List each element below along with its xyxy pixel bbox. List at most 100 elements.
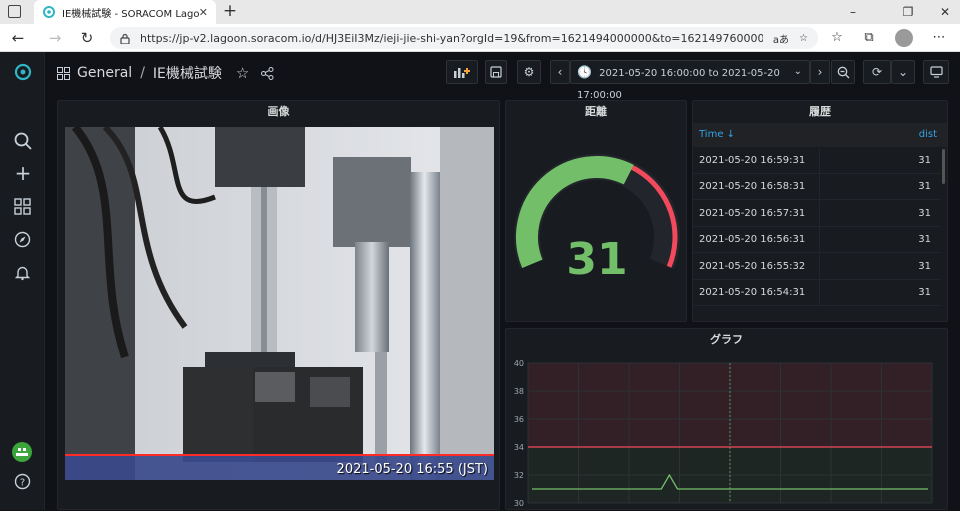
table-header: Time ↓ dist (693, 123, 947, 147)
breadcrumb-separator: / (140, 65, 145, 81)
table-scrollbar[interactable] (942, 149, 945, 184)
favorite-add-icon[interactable]: ☆ (799, 33, 808, 44)
time-forward-button[interactable]: › (810, 60, 830, 84)
save-icon (490, 66, 502, 78)
row-dist: 31 (918, 234, 931, 246)
gauge-panel: 距離 31 (505, 100, 687, 322)
table-row[interactable]: 2021-05-20 16:55:32 31 (693, 253, 941, 280)
forward-icon[interactable]: → (45, 28, 65, 48)
dashboard-title[interactable]: IE機械試験 (153, 63, 222, 83)
row-time: 2021-05-20 16:56:31 (699, 234, 806, 246)
user-avatar-icon[interactable] (12, 442, 32, 462)
refresh-icon[interactable]: ↻ (77, 28, 97, 48)
minimize-icon[interactable]: – (838, 0, 868, 24)
gauge-chart (514, 154, 680, 269)
chevron-down-icon: ⌄ (793, 66, 802, 77)
tab-close-icon[interactable]: ✕ (199, 6, 208, 19)
address-bar: ← → ↻ https://jp-v2.lagoon.soracom.io/d/… (0, 24, 960, 52)
restore-icon[interactable]: ❐ (893, 0, 923, 24)
graph-chart: 40 38 36 34 32 30 (514, 359, 933, 508)
browser-tab[interactable]: IE機械試験 - SORACOM Lagoon ✕ (34, 0, 216, 24)
back-icon[interactable]: ← (8, 28, 28, 48)
table-row[interactable]: 2021-05-20 16:57:31 31 (693, 200, 941, 227)
tv-mode-button[interactable] (923, 60, 949, 84)
alerting-bell-icon[interactable] (14, 264, 31, 281)
url-field[interactable]: https://jp-v2.lagoon.soracom.io/d/HJ3EiI… (110, 27, 818, 49)
search-icon[interactable] (13, 131, 33, 151)
add-panel-icon (454, 68, 470, 78)
row-dist: 31 (918, 181, 931, 193)
row-time: 2021-05-20 16:54:31 (699, 287, 806, 298)
new-tab-icon[interactable]: + (220, 2, 240, 22)
breadcrumb-folder[interactable]: General (77, 65, 132, 81)
window-close-icon[interactable]: ✕ (930, 0, 960, 24)
row-time: 2021-05-20 16:59:31 (699, 155, 806, 166)
chevron-right-icon: › (817, 65, 823, 79)
table-row[interactable]: 2021-05-20 16:56:31 31 (693, 227, 941, 254)
chevron-down-icon: ⌄ (897, 65, 909, 79)
read-aloud-icon[interactable]: aあ (773, 31, 789, 46)
zoom-out-icon (837, 66, 849, 79)
y-tick-label: 40 (514, 359, 524, 368)
row-time: 2021-05-20 16:55:32 (699, 260, 806, 272)
svg-text:?: ? (20, 478, 25, 489)
y-tick-label: 30 (514, 499, 524, 508)
image-panel-title[interactable]: 画像 (58, 101, 499, 123)
row-time: 2021-05-20 16:58:31 (699, 181, 806, 193)
table-row[interactable]: 2021-05-20 16:54:31 31 (693, 280, 941, 306)
side-nav: + ? (0, 52, 45, 510)
monitor-icon (929, 66, 943, 78)
gauge-panel-title[interactable]: 距離 (506, 101, 686, 123)
y-tick-label: 34 (514, 443, 524, 452)
row-dist: 31 (918, 287, 931, 298)
gauge-value: 31 (566, 234, 628, 285)
column-divider (819, 148, 820, 174)
profile-avatar[interactable] (895, 29, 913, 47)
table-row[interactable]: 2021-05-20 16:59:31 31 (693, 148, 941, 174)
url-text: https://jp-v2.lagoon.soracom.io/d/HJ3EiI… (140, 31, 763, 45)
table-row[interactable]: 2021-05-20 16:58:31 31 (693, 174, 941, 201)
soracom-favicon-icon (43, 6, 55, 18)
collections-icon[interactable]: ⧉ (858, 28, 880, 48)
tab-actions-icon[interactable] (8, 5, 21, 18)
lagoon-logo-icon[interactable] (13, 62, 33, 82)
refresh-interval-dropdown[interactable]: ⌄ (891, 60, 915, 84)
time-column-header[interactable]: Time ↓ (699, 129, 735, 140)
help-icon[interactable]: ? (14, 473, 31, 490)
dashboard-settings-button[interactable]: ⚙ (517, 60, 541, 84)
share-icon[interactable] (261, 66, 274, 80)
graph-panel: グラフ 40 38 36 34 32 30 (505, 328, 948, 510)
time-back-button[interactable]: ‹ (550, 60, 570, 84)
history-panel: 履歴 Time ↓ dist 2021-05-20 16:59:31 31 2021… (692, 100, 948, 322)
lock-icon (120, 33, 130, 44)
column-divider (819, 227, 820, 254)
dist-column-header[interactable]: dist (919, 129, 937, 140)
row-dist: 31 (918, 155, 931, 166)
camera-scene (65, 127, 494, 480)
chevron-left-icon: ‹ (557, 65, 563, 79)
more-icon[interactable]: ⋯ (928, 28, 950, 48)
refresh-dashboard-button[interactable]: ⟳ (863, 60, 891, 84)
dashboards-icon[interactable] (14, 198, 31, 215)
browser-tab-bar: IE機械試験 - SORACOM Lagoon ✕ + – ❐ ✕ (0, 0, 960, 24)
create-icon[interactable]: + (12, 162, 34, 184)
clock-icon: 🕓 (577, 65, 592, 79)
explore-icon[interactable] (14, 231, 31, 248)
zoom-out-button[interactable] (831, 60, 855, 84)
favorites-icon[interactable]: ☆ (826, 28, 848, 48)
column-divider (819, 280, 820, 306)
row-dist: 31 (918, 207, 931, 219)
save-dashboard-button[interactable] (485, 60, 507, 84)
history-panel-title[interactable]: 履歴 (693, 101, 947, 123)
camera-image: 2021-05-20 16:55 (JST) (65, 127, 494, 480)
add-panel-button[interactable] (446, 60, 478, 84)
dashboard-grid-icon (57, 66, 70, 80)
y-tick-label: 36 (514, 415, 524, 424)
column-divider (819, 200, 820, 227)
sync-icon: ⟳ (871, 65, 883, 79)
time-picker[interactable]: 🕓 2021-05-20 16:00:00 to 2021-05-20 17:0… (570, 60, 810, 101)
star-icon[interactable]: ☆ (236, 64, 249, 82)
dashboard-header: General / IE機械試験 ☆ ⚙ ‹ 🕓 2021-05-20 16:0… (45, 52, 960, 101)
row-dist: 31 (918, 260, 931, 272)
graph-panel-title[interactable]: グラフ (506, 329, 947, 351)
